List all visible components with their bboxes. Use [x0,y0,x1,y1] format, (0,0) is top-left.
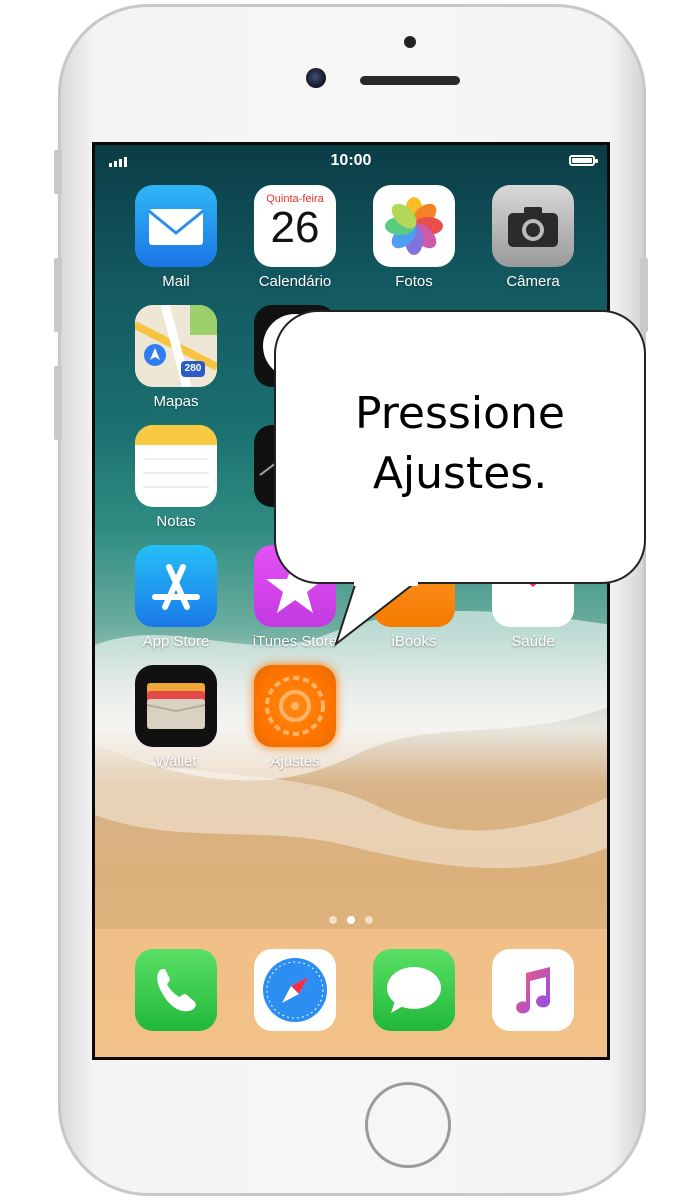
app-notes[interactable]: Notas [126,425,226,530]
messages-icon [373,949,455,1031]
music-icon [492,949,574,1031]
wallet-icon [135,665,217,747]
earpiece-speaker [360,76,460,85]
calendar-icon: Quinta-feira 26 [254,185,336,267]
app-wallet[interactable]: Wallet [126,665,226,770]
app-label: Mapas [153,393,199,410]
safari-icon [254,949,336,1031]
app-label: Notas [156,513,196,530]
page-dot [329,916,337,924]
battery-icon [569,155,598,166]
mail-icon [135,185,217,267]
app-mail[interactable]: Mail [126,185,226,290]
dock-safari[interactable] [245,949,345,1031]
callout-line-1: Pressione [355,388,565,439]
callout-text: Pressione Ajustes. [276,384,644,504]
app-label: Calendário [258,273,332,290]
proximity-sensor [404,36,416,48]
app-label: Mail [162,273,190,290]
app-label: App Store [142,633,210,650]
settings-icon [254,665,336,747]
callout-line-2: Ajustes. [372,448,548,499]
dock-messages[interactable] [364,949,464,1031]
notes-icon [135,425,217,507]
instruction-callout: Pressione Ajustes. [274,310,646,584]
app-settings[interactable]: Ajustes [245,665,345,770]
dock [95,929,607,1057]
app-maps[interactable]: 280 Mapas [126,305,226,410]
photos-icon [373,185,455,267]
app-label: Câmera [506,273,560,290]
page-dot [365,916,373,924]
app-store-icon [135,545,217,627]
camera-icon [492,185,574,267]
status-bar: 10:00 [95,145,607,177]
dock-phone[interactable] [126,949,226,1031]
maps-icon: 280 [135,305,217,387]
phone-icon [135,949,217,1031]
volume-up-button[interactable] [54,258,62,332]
front-camera [306,68,326,88]
app-label: Ajustes [270,753,320,770]
app-label: Saúde [511,633,555,650]
app-camera[interactable]: Câmera [483,185,583,290]
app-calendar[interactable]: Quinta-feira 26 Calendário [245,185,345,290]
volume-down-button[interactable] [54,366,62,440]
app-photos[interactable]: Fotos [364,185,464,290]
app-app-store[interactable]: App Store [126,545,226,650]
page-indicator [95,911,607,929]
dock-music[interactable] [483,949,583,1031]
mute-switch[interactable] [54,150,62,194]
app-label: Wallet [155,753,197,770]
app-label: Fotos [395,273,433,290]
home-button[interactable] [365,1082,451,1168]
page-dot-active [347,916,355,924]
callout-tail [334,582,418,647]
calendar-day: 26 [270,203,320,252]
status-time: 10:00 [330,152,372,169]
highway-badge: 280 [184,363,202,374]
power-button[interactable] [640,258,648,332]
